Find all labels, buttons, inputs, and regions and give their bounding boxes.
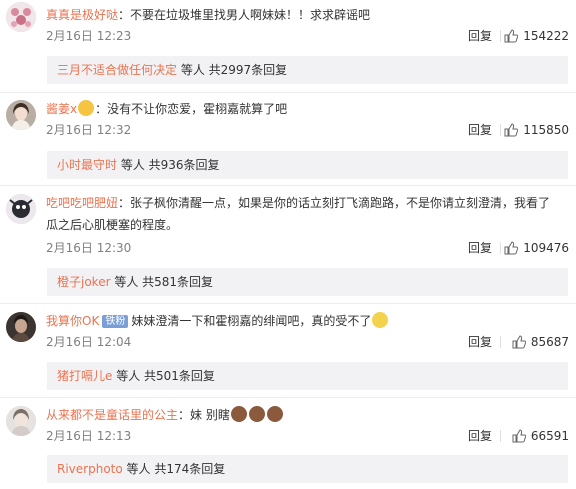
fan-badge: 铁粉 [102,315,129,328]
reply-count-text: 等人 共501条回复 [112,369,215,383]
replies-summary[interactable]: 橙子joker 等人 共581条回复 [47,268,568,296]
reply-button[interactable]: 回复 [468,28,492,44]
comment-date: 2月16日 12:04 [46,335,132,349]
like-button[interactable]: 154222 [504,28,569,44]
reply-button[interactable]: 回复 [468,334,492,350]
reply-username[interactable]: 橙子joker [57,275,111,289]
action-divider [500,430,501,442]
reply-count-text: 等人 共174条回复 [122,462,226,476]
comment-text: 真真是极好哒：不要在垃圾堆里找男人啊妹妹！！求求辟谣吧 [46,4,568,26]
comment-username[interactable]: 真真是极好哒 [46,8,118,22]
like-count: 85687 [530,335,569,349]
like-button[interactable]: 66591 [512,428,569,444]
comment-username[interactable]: 吃吧吃吧肥妞 [46,196,118,210]
thumbs-up-icon [512,335,526,349]
comment-date: 2月16日 12:13 [46,429,132,443]
action-divider [500,336,501,348]
comment-text: 我算你OK 铁粉 妹妹澄清一下和霍栩嘉的绯闻吧，真的受不了 [46,310,568,332]
like-button[interactable]: 85687 [512,334,569,350]
comment-content: 妹妹澄清一下和霍栩嘉的绯闻吧，真的受不了 [131,314,372,328]
reply-count-text: 等人 共581条回复 [110,275,214,289]
replies-summary[interactable]: 猪打嗝儿e 等人 共501条回复 [47,362,568,390]
divider [0,303,576,304]
avatar[interactable] [6,100,36,130]
thumbs-up-icon [504,123,519,137]
emoji [372,312,389,328]
divider [0,185,576,186]
replies-summary[interactable]: 三月不适合做任何决定 等人 共2997条回复 [47,56,568,84]
avatar[interactable] [6,312,36,342]
avatar[interactable] [6,194,36,224]
thumbs-up-icon [504,241,519,255]
reply-button[interactable]: 回复 [468,122,492,138]
divider [0,92,576,93]
like-count: 115850 [523,123,569,137]
action-divider [500,242,501,254]
thumbs-up-icon [504,29,519,43]
comment-username[interactable]: 从来都不是童话里的公主 [46,408,178,422]
reply-username[interactable]: 三月不适合做任何决定 [57,63,177,77]
replies-summary[interactable]: 小时最守时 等人 共936条回复 [47,151,568,179]
comment-text: 吃吧吃吧肥妞：张子枫你清醒一点，如果是你的话立刻打飞滴跑路，不是你请立刻澄清，我… [46,192,568,236]
comment-date: 2月16日 12:23 [46,29,132,43]
action-divider [500,30,501,42]
like-button[interactable]: 115850 [504,122,569,138]
comment-content: ：妹 别瞎 [178,408,230,422]
emoji [78,100,95,116]
comment-date: 2月16日 12:32 [46,123,132,137]
comment-username[interactable]: 酱姜x [46,102,77,116]
avatar[interactable] [6,406,36,436]
reply-button[interactable]: 回复 [468,428,492,444]
reply-username[interactable]: 小时最守时 [57,158,117,172]
comment-content-continued: 瓜之后心肌梗塞的程度。 [46,218,179,232]
emoji [248,406,265,422]
like-button[interactable]: 109476 [504,240,569,256]
reply-username[interactable]: Riverphoto [57,462,123,476]
action-divider [500,124,501,136]
comment-text: 酱姜x ：没有不让你恋爱，霍栩嘉就算了吧 [46,98,568,120]
like-count: 154222 [523,29,569,43]
like-count: 109476 [523,241,569,255]
divider [0,397,576,398]
emoji [230,406,247,422]
reply-username[interactable]: 猪打嗝儿e [57,369,112,383]
comment-text: 从来都不是童话里的公主：妹 别瞎 [46,404,568,426]
reply-button[interactable]: 回复 [468,240,492,256]
comment-username[interactable]: 我算你OK [46,314,99,328]
reply-count-text: 等人 共936条回复 [117,158,220,172]
comment-content: ：张子枫你清醒一点，如果是你的话立刻打飞滴跑路，不是你请立刻澄清，我看了 [118,196,551,210]
comment-content: ：不要在垃圾堆里找男人啊妹妹！！求求辟谣吧 [118,8,371,22]
thumbs-up-icon [512,429,526,443]
avatar[interactable] [6,2,36,32]
reply-count-text: 等人 共2997条回复 [177,63,288,77]
like-count: 66591 [530,429,569,443]
comment-date: 2月16日 12:30 [46,241,132,255]
replies-summary[interactable]: Riverphoto 等人 共174条回复 [47,455,568,483]
comment-content: ：没有不让你恋爱，霍栩嘉就算了吧 [95,102,288,116]
emoji [266,406,283,422]
